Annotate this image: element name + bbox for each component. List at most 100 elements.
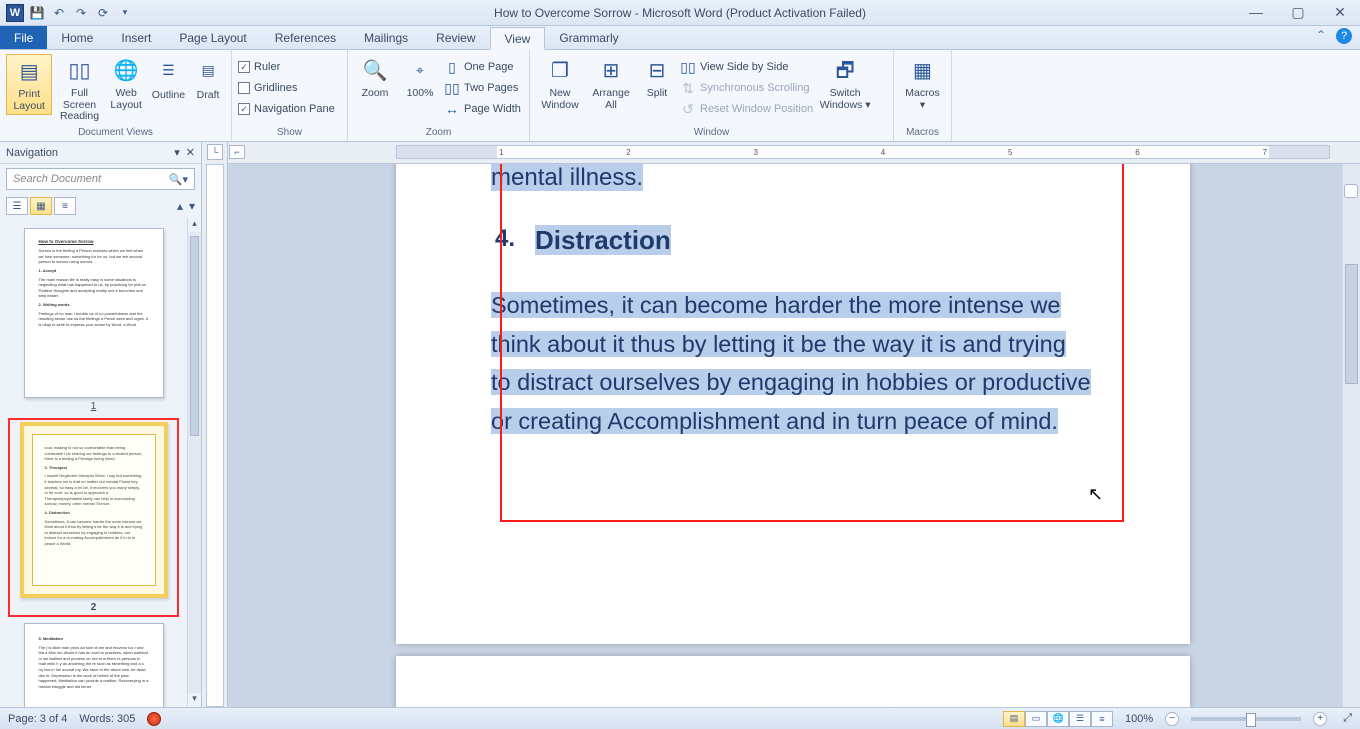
navigation-pane-checkbox[interactable]: ✓Navigation Pane — [238, 100, 335, 118]
gridlines-label: Gridlines — [254, 82, 297, 94]
status-print-layout-button[interactable]: ▤ — [1003, 711, 1025, 727]
navigation-search-placeholder: Search Document — [13, 173, 169, 185]
thumbnail-page-1[interactable]: How to Overcome Sorrow Sorrow is the fee… — [8, 228, 179, 412]
ribbon-tabs: File Home Insert Page Layout References … — [0, 26, 1360, 50]
two-pages-button[interactable]: ▯▯Two Pages — [444, 79, 521, 97]
zoom-label: Zoom — [362, 88, 389, 100]
ruler-label: Ruler — [254, 61, 280, 73]
word-app-icon[interactable]: W — [6, 4, 24, 22]
status-full-screen-button[interactable]: ▭ — [1025, 711, 1047, 727]
title-bar: W 💾 ↶ ↷ ⟳ ▾ How to Overcome Sorrow - Mic… — [0, 0, 1360, 26]
thumb2-h3: 3. Therapist — [45, 465, 67, 470]
page-viewport[interactable]: mental illness. 4. Distraction Sometimes… — [228, 164, 1342, 707]
document-page-2[interactable]: mental illness. 4. Distraction Sometimes… — [396, 164, 1190, 644]
switch-windows-button[interactable]: 🗗 Switch Windows ▾ — [817, 54, 873, 113]
tab-file[interactable]: File — [0, 26, 47, 49]
minimize-button[interactable]: — — [1242, 4, 1270, 21]
draft-button[interactable]: ▤ Draft — [191, 54, 225, 104]
minimize-ribbon-icon[interactable]: ⌃ — [1316, 28, 1326, 44]
qat-customize-icon[interactable]: ▾ — [116, 4, 134, 22]
thumb3-h5: 5. Meditation — [39, 636, 63, 641]
macros-button[interactable]: ▦ Macros▾ — [900, 54, 945, 113]
zoom-in-button[interactable]: + — [1313, 712, 1327, 726]
web-layout-button[interactable]: 🌐 Web Layout — [107, 54, 146, 113]
status-page[interactable]: Page: 3 of 4 — [8, 713, 67, 725]
switch-windows-icon: 🗗 — [830, 56, 860, 86]
navigation-search-input[interactable]: Search Document 🔍▾ — [6, 168, 195, 190]
navigation-scrollbar[interactable]: ▴ ▾ — [187, 218, 201, 707]
gridlines-checkbox[interactable]: Gridlines — [238, 79, 297, 97]
tab-home[interactable]: Home — [47, 26, 107, 49]
zoom-button[interactable]: 🔍 Zoom — [354, 54, 396, 102]
tab-grammarly[interactable]: Grammarly — [545, 26, 632, 49]
navigation-pane-dropdown-icon[interactable]: ▾ — [174, 146, 180, 159]
navigation-pane-close-icon[interactable]: ✕ — [186, 146, 195, 159]
tab-mailings[interactable]: Mailings — [350, 26, 422, 49]
heading-number: 4. — [491, 225, 515, 256]
split-button[interactable]: ⊟ Split — [638, 54, 676, 102]
ruler-checkbox[interactable]: ✓Ruler — [238, 58, 280, 76]
view-side-by-side-button[interactable]: ▯▯View Side by Side — [680, 58, 813, 76]
zoom-100-button[interactable]: ⌖ 100% — [400, 54, 440, 102]
zoom-out-button[interactable]: − — [1165, 712, 1179, 726]
tab-review[interactable]: Review — [422, 26, 489, 49]
save-icon[interactable]: 💾 — [28, 4, 46, 22]
split-icon: ⊟ — [642, 56, 672, 86]
previous-paragraph-fragment: mental illness. — [491, 164, 643, 191]
zoom-fit-icon[interactable]: ⤢ — [1343, 712, 1352, 725]
navigation-pane: Navigation ▾ ✕ Search Document 🔍▾ ☰ ▦ ≡ … — [0, 142, 202, 707]
status-zoom-percent[interactable]: 100% — [1125, 713, 1153, 725]
ribbon: ▤ Print Layout ▯▯ Full Screen Reading 🌐 … — [0, 50, 1360, 142]
refresh-icon[interactable]: ⟳ — [94, 4, 112, 22]
full-screen-reading-button[interactable]: ▯▯ Full Screen Reading — [56, 54, 102, 125]
nav-next-icon[interactable]: ▾ — [189, 199, 195, 213]
thumbnail-page-2-selected[interactable]: cool, making to not so comfortable than … — [8, 418, 179, 617]
nav-tab-results[interactable]: ≡ — [54, 197, 76, 215]
tab-view[interactable]: View — [490, 27, 546, 50]
thumbnail-page-3[interactable]: 5. Meditation The j is tlicle man prios … — [8, 623, 179, 707]
tab-page-layout[interactable]: Page Layout — [165, 26, 260, 49]
status-outline-button[interactable]: ☰ — [1069, 711, 1091, 727]
workspace: Navigation ▾ ✕ Search Document 🔍▾ ☰ ▦ ≡ … — [0, 142, 1360, 707]
status-draft-button[interactable]: ≡ — [1091, 711, 1113, 727]
status-web-layout-button[interactable]: 🌐 — [1047, 711, 1069, 727]
browse-object-icon[interactable] — [1344, 184, 1358, 198]
new-window-icon: ❐ — [545, 56, 575, 86]
nav-tab-pages[interactable]: ▦ — [30, 197, 52, 215]
new-window-button[interactable]: ❐ New Window — [536, 54, 584, 113]
nav-scroll-up-icon[interactable]: ▴ — [188, 218, 201, 232]
horizontal-ruler[interactable]: 1234567 — [396, 145, 1330, 159]
print-layout-button[interactable]: ▤ Print Layout — [6, 54, 52, 115]
group-macros: ▦ Macros▾ Macros — [894, 50, 952, 141]
help-icon[interactable]: ? — [1336, 28, 1352, 44]
status-words[interactable]: Words: 305 — [79, 713, 135, 725]
close-button[interactable]: ✕ — [1326, 4, 1354, 21]
tab-insert[interactable]: Insert — [107, 26, 165, 49]
ruler-toggle-corner[interactable]: ⌐ — [229, 145, 245, 159]
maximize-button[interactable]: ▢ — [1284, 4, 1312, 21]
nav-prev-icon[interactable]: ▴ — [177, 199, 183, 213]
draft-label: Draft — [197, 90, 220, 102]
nav-scroll-thumb[interactable] — [190, 236, 199, 436]
one-page-button[interactable]: ▯One Page — [444, 58, 521, 76]
zoom-slider[interactable] — [1191, 717, 1301, 721]
tab-selector-icon[interactable]: └ — [207, 144, 223, 160]
nav-scroll-down-icon[interactable]: ▾ — [188, 693, 201, 707]
tab-references[interactable]: References — [261, 26, 350, 49]
vertical-scrollbar[interactable] — [1342, 164, 1360, 707]
document-page-3[interactable] — [396, 656, 1190, 707]
nav-tab-headings[interactable]: ☰ — [6, 197, 28, 215]
undo-icon[interactable]: ↶ — [50, 4, 68, 22]
zoom-100-label: 100% — [407, 88, 434, 100]
redo-icon[interactable]: ↷ — [72, 4, 90, 22]
group-document-views: ▤ Print Layout ▯▯ Full Screen Reading 🌐 … — [0, 50, 232, 141]
vertical-scrollbar-thumb[interactable] — [1345, 264, 1358, 384]
vertical-ruler[interactable] — [206, 164, 224, 707]
group-window: ❐ New Window ⊞ Arrange All ⊟ Split ▯▯Vie… — [530, 50, 894, 141]
document-canvas: └ ⌐ 1234567 mental illness. 4. Distracti… — [202, 142, 1360, 707]
page-width-button[interactable]: ↔Page Width — [444, 100, 521, 118]
outline-button[interactable]: ☰ Outline — [150, 54, 187, 104]
macro-recording-icon[interactable] — [147, 712, 161, 726]
new-window-label: New Window — [538, 88, 582, 111]
arrange-all-button[interactable]: ⊞ Arrange All — [588, 54, 634, 113]
